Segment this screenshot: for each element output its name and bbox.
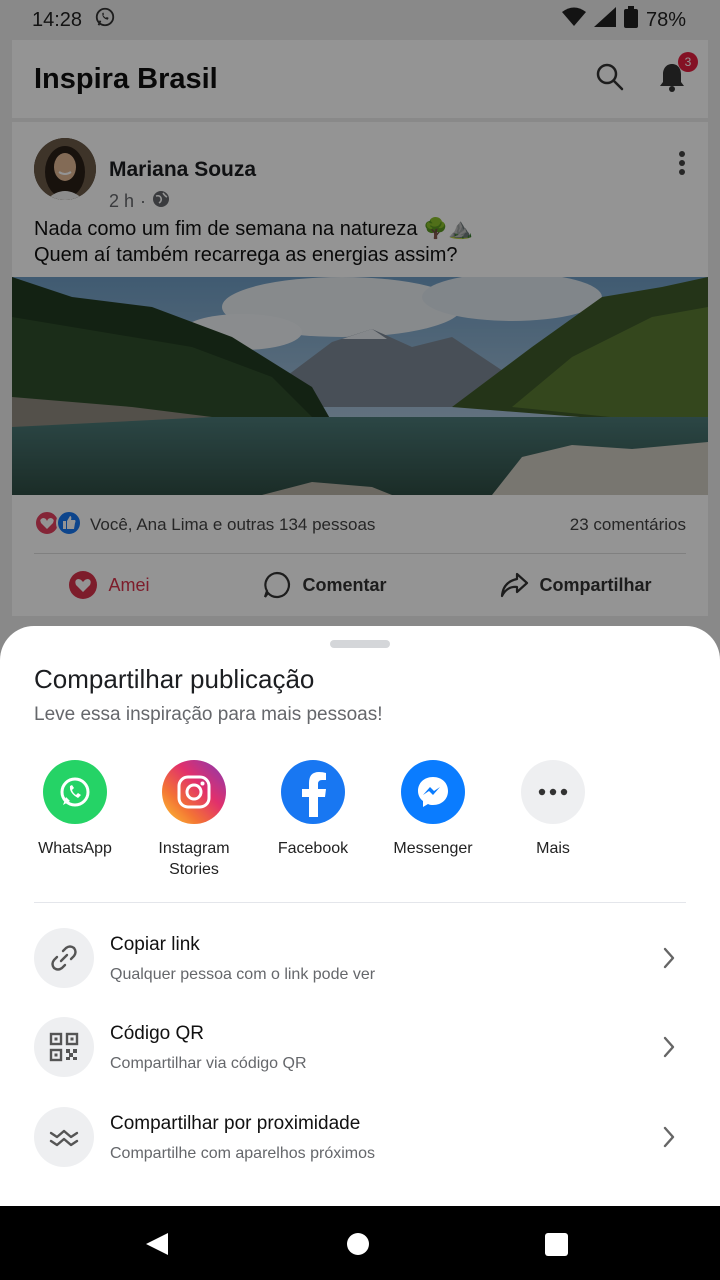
share-app-messenger[interactable]: Messenger — [373, 760, 493, 859]
share-app-instagram-stories[interactable]: Instagram Stories — [134, 760, 254, 880]
share-bottom-sheet: Compartilhar publicação Leve essa inspir… — [0, 626, 720, 1206]
home-icon[interactable] — [346, 1232, 370, 1261]
sheet-title: Compartilhar publicação — [34, 664, 315, 694]
qr-code-option[interactable]: Código QR Compartilhar via código QR — [34, 1017, 686, 1079]
instagram-icon — [162, 760, 226, 824]
recents-icon[interactable] — [545, 1233, 568, 1261]
whatsapp-icon — [43, 760, 107, 824]
share-app-label: Messenger — [393, 840, 473, 857]
messenger-icon — [401, 760, 465, 824]
share-apps-row: WhatsApp Instagram Stories Facebook Mess… — [0, 760, 720, 900]
qr-code-icon — [34, 1017, 94, 1077]
chevron-right-icon — [662, 1035, 676, 1064]
divider — [34, 902, 686, 903]
copy-link-option[interactable]: Copiar link Qualquer pessoa com o link p… — [34, 928, 686, 990]
share-app-whatsapp[interactable]: WhatsApp — [15, 760, 135, 859]
share-app-more[interactable]: Mais — [493, 760, 613, 859]
option-subtitle: Compartilhar via código QR — [110, 1055, 307, 1072]
share-app-label-line: Stories — [169, 861, 219, 878]
back-icon[interactable] — [144, 1231, 170, 1262]
nearby-share-icon — [34, 1107, 94, 1167]
sheet-subtitle: Leve essa inspiração para mais pessoas! — [34, 704, 383, 725]
option-title: Compartilhar por proximidade — [110, 1113, 361, 1134]
option-title: Código QR — [110, 1023, 204, 1044]
chevron-right-icon — [662, 1125, 676, 1154]
facebook-icon — [281, 760, 345, 824]
share-app-label: Mais — [536, 840, 570, 857]
more-icon — [521, 760, 585, 824]
share-app-label-line: Instagram — [158, 840, 230, 857]
share-app-label: Instagram Stories — [134, 838, 254, 880]
chevron-right-icon — [662, 946, 676, 975]
option-subtitle: Qualquer pessoa com o link pode ver — [110, 966, 376, 983]
option-title: Copiar link — [110, 934, 200, 955]
sheet-drag-handle[interactable] — [330, 640, 390, 648]
link-icon — [34, 928, 94, 988]
share-app-facebook[interactable]: Facebook — [253, 760, 373, 859]
share-app-label: WhatsApp — [38, 840, 112, 857]
share-app-label: Facebook — [277, 840, 349, 857]
option-subtitle: Compartilhe com aparelhos próximos — [110, 1145, 375, 1162]
nearby-share-option[interactable]: Compartilhar por proximidade Compartilhe… — [34, 1107, 686, 1169]
system-navigation-bar — [0, 1206, 720, 1280]
